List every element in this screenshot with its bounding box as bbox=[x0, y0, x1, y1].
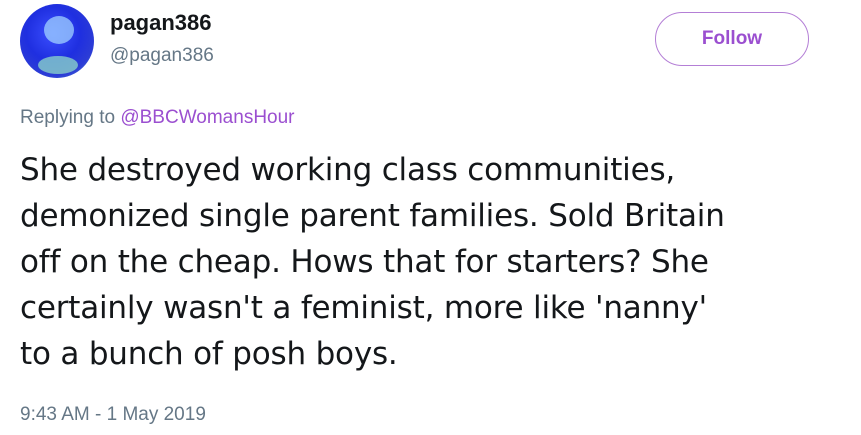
follow-button[interactable]: Follow bbox=[655, 12, 809, 66]
avatar-highlight-lower bbox=[38, 56, 78, 74]
replying-to-prefix: Replying to bbox=[20, 107, 116, 128]
tweet-text-line: certainly wasn't a feminist, more like '… bbox=[20, 290, 707, 326]
tweet-text-line: demonized single parent families. Sold B… bbox=[20, 198, 725, 234]
tweet-text-line: She destroyed working class communities, bbox=[20, 152, 676, 188]
tweet-text-line: off on the cheap. Hows that for starters… bbox=[20, 244, 709, 280]
replying-to: Replying to @BBCWomansHour bbox=[20, 107, 295, 129]
avatar[interactable] bbox=[20, 4, 94, 78]
replying-to-mention[interactable]: @BBCWomansHour bbox=[120, 107, 294, 128]
author-display-name[interactable]: pagan386 bbox=[110, 10, 212, 36]
tweet-text-line: to a bunch of posh boys. bbox=[20, 336, 398, 372]
tweet-timestamp[interactable]: 9:43 AM - 1 May 2019 bbox=[20, 404, 206, 426]
tweet: pagan386 @pagan386 Follow Replying to @B… bbox=[0, 0, 861, 435]
author-handle[interactable]: @pagan386 bbox=[110, 45, 214, 67]
tweet-text: She destroyed working class communities,… bbox=[20, 147, 850, 377]
avatar-highlight bbox=[44, 16, 74, 44]
